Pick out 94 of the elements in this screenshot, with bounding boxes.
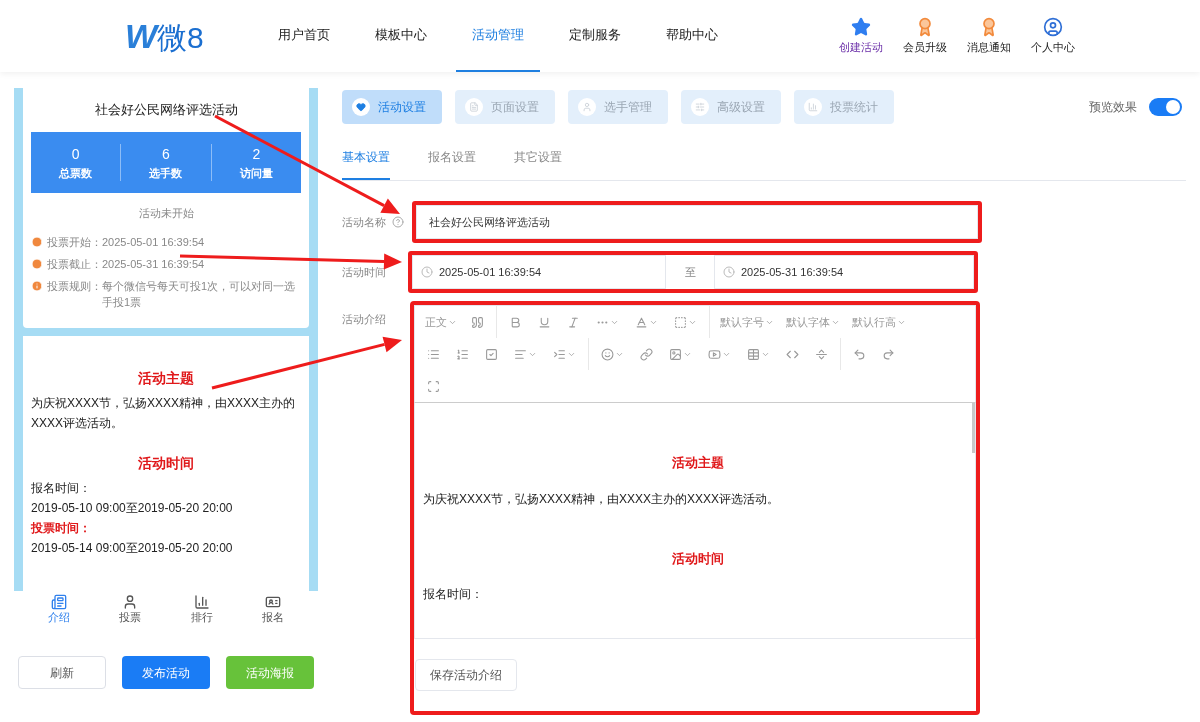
content-heading: 活动时间 (137, 453, 195, 473)
stat-label: 总票数 (59, 165, 93, 181)
clock-icon (31, 235, 43, 248)
header-action[interactable]: 个人中心 (1031, 16, 1075, 56)
info-icon (31, 279, 43, 292)
chart-icon (808, 102, 818, 112)
divider-icon (815, 347, 828, 361)
scrollbar (972, 403, 975, 453)
content-paragraph: 为庆祝XXXX节，弘扬XXXX精神，由XXXX主办的XXXX评选活动。 (423, 490, 781, 508)
video-icon (708, 347, 721, 361)
nav-link[interactable]: 模板中心 (359, 0, 443, 72)
content-heading: 活动主题 (137, 368, 195, 388)
content-heading: 活动主题 (670, 454, 725, 472)
field-label: 活动介绍 (342, 312, 387, 327)
content-paragraph: 报名时间： (31, 479, 92, 497)
start-time-input[interactable]: 2025-05-01 16:39:54 (412, 255, 666, 289)
user-icon (1043, 16, 1063, 37)
info-value: 2025-05-31 16:39:54 (102, 256, 205, 272)
preview-tab[interactable]: 介绍 (23, 594, 95, 635)
field-label: 活动名称 (342, 214, 387, 230)
bold-icon (509, 315, 522, 329)
checkbox-icon (485, 347, 498, 361)
field-label: 活动时间 (342, 264, 387, 280)
preview-title: 社会好公民网络评选活动 (93, 101, 239, 119)
nav-link[interactable]: 活动管理 (456, 0, 540, 72)
stat-label: 访问量 (239, 165, 273, 181)
nav-link[interactable]: 帮助中心 (650, 0, 734, 72)
end-time-value: 2025-05-31 16:39:54 (741, 264, 844, 280)
editor-content[interactable]: 活动主题 为庆祝XXXX节，弘扬XXXX精神，由XXXX主办的XXXX评选活动。 活动时间 报名时间： (414, 403, 976, 639)
header-action[interactable]: 消息通知 (967, 16, 1011, 56)
italic-icon (567, 315, 580, 329)
page-icon (469, 102, 479, 112)
preview-tab[interactable]: 报名 (237, 594, 309, 635)
info-value: 每个微信号每天可投1次，可以对同一选手投1票 (102, 278, 297, 310)
underline-icon (538, 315, 551, 329)
nav-link[interactable]: 用户首页 (262, 0, 346, 72)
content-paragraph: 2019-05-10 09:00至2019-05-20 20:00 (31, 499, 234, 517)
clock-icon (31, 257, 43, 270)
font-color-icon (635, 315, 648, 329)
preview-toggle-label: 预览效果 (1089, 99, 1137, 116)
stat-value: 2 (252, 144, 261, 164)
content-label: 投票时间： (31, 519, 92, 537)
preview-action-button[interactable]: 刷新 (18, 656, 106, 689)
smiley-icon (601, 347, 614, 361)
background-color-icon (674, 315, 687, 329)
settings-tab[interactable]: 其它设置 (514, 148, 562, 180)
numbered-list-icon (456, 347, 469, 361)
heart-icon (356, 102, 366, 112)
content-heading: 活动时间 (670, 549, 725, 568)
content-paragraph: 报名时间： (423, 586, 484, 603)
stat-value: 6 (162, 144, 170, 164)
clock-icon (723, 266, 735, 278)
preview-tab[interactable]: 排行 (166, 594, 238, 635)
redo-icon (882, 347, 895, 361)
preview-tab[interactable]: 投票 (94, 594, 166, 635)
info-label: 投票截止： (47, 256, 102, 272)
bullet-list-icon (427, 347, 440, 361)
stat-label: 选手数 (149, 165, 183, 181)
bar-chart-icon (193, 594, 210, 610)
header-action[interactable]: 创建活动 (839, 16, 883, 56)
start-time-value: 2025-05-01 16:39:54 (439, 264, 542, 280)
info-label: 投票开始： (47, 234, 102, 250)
save-intro-button[interactable]: 保存活动介绍 (415, 659, 517, 691)
align-icon (514, 347, 527, 361)
stat-value: 0 (71, 144, 80, 164)
preview-action-button[interactable]: 发布活动 (122, 656, 210, 689)
info-value: 2025-05-01 16:39:54 (102, 234, 205, 250)
preview-toggle[interactable] (1149, 98, 1182, 116)
end-time-input[interactable]: 2025-05-31 16:39:54 (714, 255, 974, 289)
nav-link[interactable]: 定制服务 (553, 0, 637, 72)
clock-icon (421, 266, 433, 278)
indent-icon (553, 347, 566, 361)
header-action[interactable]: 会员升级 (903, 16, 947, 56)
range-separator: 至 (683, 264, 697, 280)
name-input[interactable]: 社会好公民网络评选活动 (416, 205, 978, 239)
logo: W微8 (125, 19, 205, 53)
fullscreen-icon (427, 379, 440, 393)
content-paragraph: 为庆祝XXXX节，弘扬XXXX精神，由XXXX主办的XXXX评选活动。 (31, 394, 297, 432)
document-icon (50, 594, 67, 610)
table-icon (747, 347, 760, 361)
content-paragraph: 2019-05-14 09:00至2019-05-20 20:00 (31, 539, 234, 557)
quote-icon (471, 315, 484, 329)
image-icon (669, 347, 682, 361)
settings-tab[interactable]: 报名设置 (428, 148, 476, 180)
activity-status: 活动未开始 (137, 206, 195, 221)
settings-tab[interactable]: 基本设置 (342, 148, 390, 180)
info-label: 投票规则： (47, 278, 102, 294)
help-icon (392, 216, 404, 228)
link-icon (640, 347, 653, 361)
user-icon (582, 102, 592, 112)
star-icon (851, 16, 871, 37)
id-card-icon (265, 594, 282, 610)
undo-icon (853, 347, 866, 361)
sliders-icon (695, 102, 705, 112)
